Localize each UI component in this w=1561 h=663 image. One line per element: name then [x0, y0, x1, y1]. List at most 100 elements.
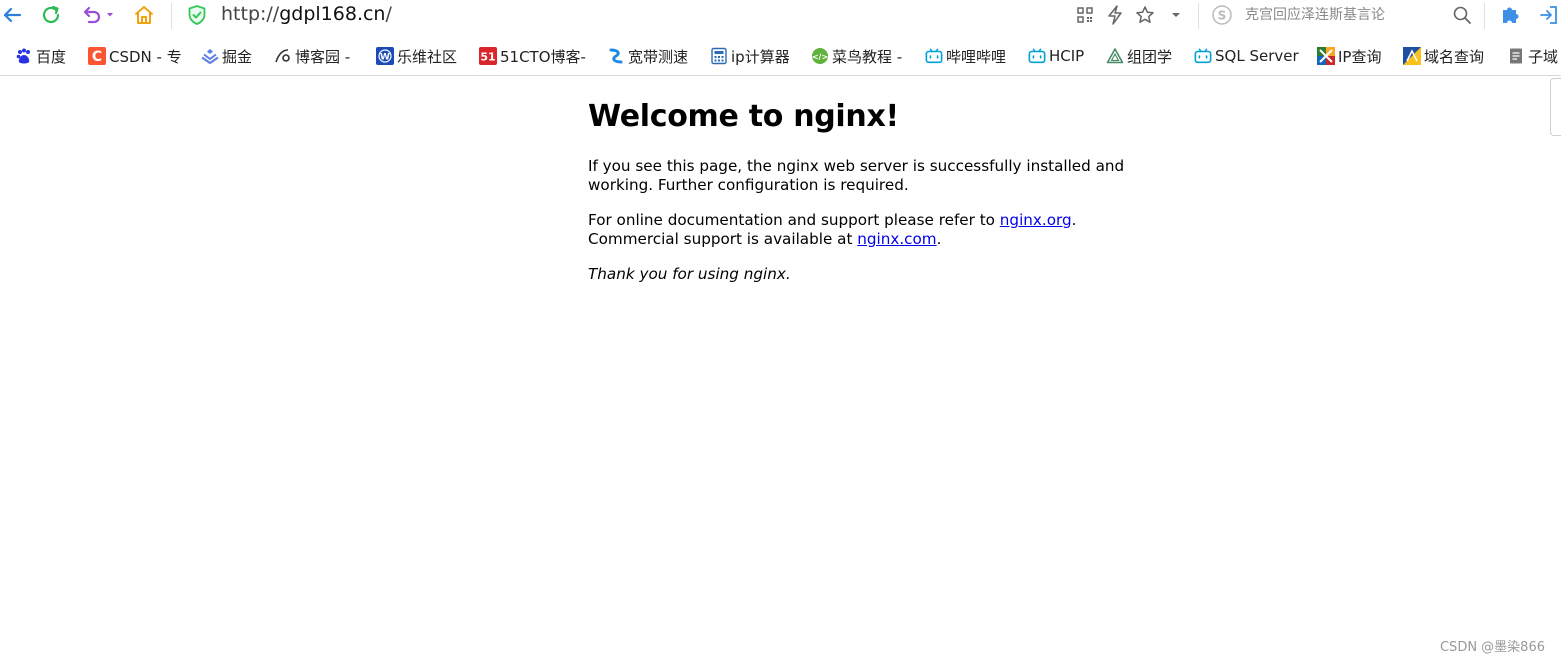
bookmark-speedtest[interactable]: 宽带测速	[607, 46, 688, 66]
svg-text:51: 51	[480, 51, 495, 64]
triangle-logo-icon	[1106, 47, 1124, 65]
bilibili-tv-icon	[1028, 47, 1046, 65]
bookmark-label: 百度	[36, 47, 67, 66]
bilibili-tv-icon	[925, 47, 943, 65]
toolbar-separator	[1484, 3, 1485, 29]
login-button[interactable]	[1537, 0, 1561, 30]
browser-toolbar: http://gdpl168.cn/ S 克宫回应泽连斯基言论	[0, 0, 1561, 32]
nginx-org-link[interactable]: nginx.org	[1000, 211, 1072, 229]
csdn-watermark: CSDN @墨染866	[1439, 640, 1545, 655]
address-dropdown-button[interactable]	[1166, 0, 1186, 30]
lewei-logo-icon: W	[376, 47, 394, 65]
speedtest-logo-icon	[607, 47, 625, 65]
search-input[interactable]: 克宫回应泽连斯基言论	[1245, 6, 1385, 24]
bookmark-hcip[interactable]: HCIP	[1028, 46, 1084, 66]
bookmarks-bar: 百度 C CSDN - 专 掘金 博客园 - W 乐维社区 51 51CTO博客…	[0, 38, 1561, 74]
toolbar-separator	[171, 3, 172, 29]
docs-text: For online documentation and support ple…	[588, 211, 1000, 229]
bookmark-label: 掘金	[222, 47, 253, 66]
bookmark-cnblogs[interactable]: 博客园 -	[274, 46, 350, 66]
qr-code-button[interactable]	[1074, 0, 1096, 30]
csdn-logo-icon: C	[88, 47, 106, 65]
back-button[interactable]	[0, 0, 24, 30]
url-path: /	[385, 3, 392, 25]
star-icon	[1136, 6, 1154, 23]
undo-close-tab-button[interactable]	[78, 0, 118, 30]
baidu-paw-icon	[15, 47, 33, 65]
toolbar-separator	[1198, 3, 1199, 29]
bookmarks-divider	[0, 75, 1561, 76]
bookmark-domain-lookup[interactable]: 域名查询	[1403, 46, 1484, 66]
bilibili-tv-icon	[1194, 47, 1212, 65]
bookmark-label: 51CTO博客-	[500, 47, 586, 66]
address-bar[interactable]: http://gdpl168.cn/	[221, 2, 392, 26]
page-title: Welcome to nginx!	[588, 99, 899, 134]
51cto-logo-icon: 51	[479, 47, 497, 65]
url-host: gdpl168.cn	[279, 3, 386, 25]
puzzle-piece-icon	[1503, 7, 1519, 23]
home-icon	[135, 6, 153, 24]
runoob-logo-icon: </>	[811, 47, 829, 65]
intro-paragraph: If you see this page, the nginx web serv…	[588, 157, 1125, 194]
juejin-logo-icon	[201, 47, 219, 65]
svg-text:</>: </>	[812, 53, 828, 62]
nginx-com-link[interactable]: nginx.com	[857, 230, 936, 248]
shield-check-icon	[188, 5, 206, 25]
bookmark-ip-lookup[interactable]: IP查询	[1317, 46, 1381, 66]
bookmark-label: 菜鸟教程 -	[832, 47, 903, 66]
bookmark-51cto[interactable]: 51 51CTO博客-	[479, 46, 586, 66]
cnblogs-logo-icon	[274, 47, 292, 65]
back-arrow-icon	[3, 7, 22, 23]
commercial-period: .	[936, 230, 942, 248]
ip-lookup-logo-icon	[1317, 47, 1335, 65]
commercial-text: Commercial support is available at	[588, 230, 858, 248]
nginx-welcome-page: Welcome to nginx! If you see this page, …	[588, 96, 1148, 300]
sign-in-icon	[1540, 6, 1557, 24]
domain-lookup-logo-icon	[1403, 47, 1421, 65]
refresh-button[interactable]	[38, 0, 64, 30]
svg-text:W: W	[380, 53, 390, 63]
search-icon	[1453, 6, 1471, 24]
bookmark-label: HCIP	[1049, 47, 1085, 65]
svg-text:C: C	[92, 49, 102, 65]
bookmark-sql-server[interactable]: SQL Server	[1194, 46, 1299, 66]
qr-code-icon	[1077, 7, 1093, 23]
docs-paragraph: For online documentation and support ple…	[588, 211, 1148, 249]
search-button[interactable]	[1450, 0, 1474, 30]
bookmark-juejin[interactable]: 掘金	[201, 46, 252, 66]
thanks-text: Thank you for using nginx.	[588, 265, 791, 283]
home-button[interactable]	[131, 0, 157, 30]
bookmark-label: IP查询	[1338, 47, 1382, 66]
bookmark-lewei[interactable]: W 乐维社区	[376, 46, 457, 66]
bookmark-label: 乐维社区	[397, 47, 458, 66]
bookmark-label: 子域	[1528, 47, 1559, 66]
bookmark-star-button[interactable]	[1134, 0, 1156, 30]
bookmark-csdn[interactable]: C CSDN - 专	[88, 46, 182, 66]
url-scheme: http://	[221, 3, 280, 25]
calculator-icon	[710, 47, 728, 65]
sogou-logo-icon: S	[1212, 5, 1232, 25]
site-security-button[interactable]	[184, 0, 210, 30]
bookmark-bilibili[interactable]: 哔哩哔哩	[925, 46, 1006, 66]
lightning-icon	[1108, 5, 1122, 25]
bookmark-label: 博客园 -	[295, 47, 351, 66]
caret-down-icon	[1172, 13, 1180, 17]
undo-icon	[83, 6, 101, 24]
sidebar-toggle[interactable]	[1550, 78, 1561, 136]
bookmark-runoob[interactable]: </> 菜鸟教程 -	[811, 46, 902, 66]
chevron-down-icon	[107, 13, 113, 17]
bookmark-subdomain[interactable]: 子域	[1507, 46, 1558, 66]
bookmark-ip-calculator[interactable]: ip计算器	[710, 46, 790, 66]
bookmark-label: 组团学	[1127, 47, 1173, 66]
bookmark-label: ip计算器	[731, 47, 790, 66]
bookmark-label: SQL Server	[1215, 47, 1299, 65]
document-icon	[1507, 47, 1525, 65]
bookmark-zutuanxue[interactable]: 组团学	[1106, 46, 1172, 66]
extensions-button[interactable]	[1497, 0, 1523, 30]
speed-mode-button[interactable]	[1104, 0, 1126, 30]
search-engine-button[interactable]: S	[1210, 0, 1234, 30]
bookmark-baidu[interactable]: 百度	[15, 46, 66, 66]
bookmark-label: 域名查询	[1424, 47, 1485, 66]
bookmark-label: 哔哩哔哩	[946, 47, 1007, 66]
docs-period: .	[1071, 211, 1077, 229]
